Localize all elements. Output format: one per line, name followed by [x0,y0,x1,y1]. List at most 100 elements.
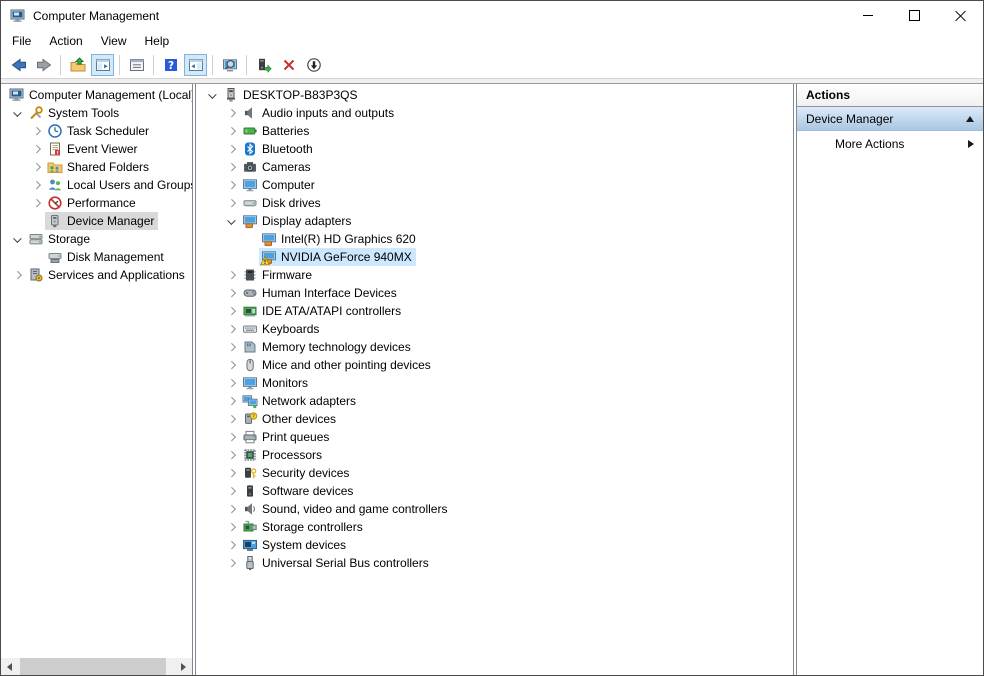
scroll-right-button[interactable] [175,658,192,675]
expand-chevron-icon[interactable] [223,542,240,548]
tree-item-event-viewer[interactable]: Event Viewer [1,140,192,158]
expand-chevron-icon[interactable] [28,146,45,152]
expand-chevron-icon[interactable] [223,128,240,134]
tree-item-processors[interactable]: Processors [196,446,793,464]
tree-item-keyboards[interactable]: Keyboards [196,320,793,338]
tree-item-desktop-b83p3qs[interactable]: DESKTOP-B83P3QS [196,86,793,104]
menu-action[interactable]: Action [40,31,91,51]
tree-item-system-devices[interactable]: System devices [196,536,793,554]
expand-chevron-icon[interactable] [223,434,240,440]
tree-item-display-adapters[interactable]: Display adapters [196,212,793,230]
tree-item-print-queues[interactable]: Print queues [196,428,793,446]
tree-item-intel-r-hd-graphics-620[interactable]: Intel(R) HD Graphics 620 [196,230,793,248]
expand-chevron-icon[interactable] [223,470,240,476]
tree-item-security-devices[interactable]: Security devices [196,464,793,482]
tree-item-human-interface-devices[interactable]: Human Interface Devices [196,284,793,302]
tree-item-software-devices[interactable]: Software devices [196,482,793,500]
minimize-icon [863,15,873,16]
back-button[interactable] [7,54,30,76]
tree-item-performance[interactable]: Performance [1,194,192,212]
tree-item-task-scheduler[interactable]: Task Scheduler [1,122,192,140]
maximize-button[interactable] [891,1,937,30]
uninstall-device-button[interactable] [277,54,300,76]
expand-chevron-icon[interactable] [223,146,240,152]
expand-chevron-icon[interactable] [223,416,240,422]
expand-chevron-icon[interactable] [223,524,240,530]
tree-item-computer-management-local[interactable]: Computer Management (Local) [1,86,192,104]
menu-help[interactable]: Help [136,31,179,51]
expand-chevron-icon[interactable] [223,506,240,512]
shared-folders-icon [47,159,63,175]
expand-chevron-icon[interactable] [223,326,240,332]
tree-item-services-and-applications[interactable]: Services and Applications [1,266,192,284]
expand-chevron-icon[interactable] [223,344,240,350]
expand-chevron-icon[interactable] [223,398,240,404]
collapse-chevron-icon[interactable] [204,92,221,98]
expand-chevron-icon[interactable] [223,182,240,188]
tree-item-universal-serial-bus-controllers[interactable]: Universal Serial Bus controllers [196,554,793,572]
update-driver-button[interactable] [252,54,275,76]
tree-item-storage-controllers[interactable]: Storage controllers [196,518,793,536]
expand-chevron-icon[interactable] [223,272,240,278]
menu-view[interactable]: View [92,31,136,51]
action-item-more-actions[interactable]: More Actions [797,131,983,157]
tree-item-device-manager[interactable]: Device Manager [1,212,192,230]
scroll-left-button[interactable] [1,658,18,675]
expand-chevron-icon[interactable] [223,308,240,314]
tree-item-network-adapters[interactable]: Network adapters [196,392,793,410]
tree-item-disk-drives[interactable]: Disk drives [196,194,793,212]
keyboard-icon [242,321,258,337]
show-action-pane-button[interactable] [184,54,207,76]
tree-item-monitors[interactable]: Monitors [196,374,793,392]
tree-item-ide-ata-atapi-controllers[interactable]: IDE ATA/ATAPI controllers [196,302,793,320]
minimize-button[interactable] [845,1,891,30]
tree-item-batteries[interactable]: Batteries [196,122,793,140]
collapse-chevron-icon[interactable] [223,218,240,224]
tree-item-storage[interactable]: Storage [1,230,192,248]
collapse-group-icon[interactable] [966,115,974,122]
tree-item-sound-video-and-game-controllers[interactable]: Sound, video and game controllers [196,500,793,518]
properties-button[interactable] [125,54,148,76]
expand-chevron-icon[interactable] [28,164,45,170]
tree-item-audio-inputs-and-outputs[interactable]: Audio inputs and outputs [196,104,793,122]
tree-item-shared-folders[interactable]: Shared Folders [1,158,192,176]
menu-file[interactable]: File [3,31,40,51]
collapse-chevron-icon[interactable] [9,110,26,116]
expand-chevron-icon[interactable] [223,200,240,206]
tree-item-memory-technology-devices[interactable]: Memory technology devices [196,338,793,356]
tree-item-cameras[interactable]: Cameras [196,158,793,176]
expand-chevron-icon[interactable] [223,380,240,386]
scan-hardware-changes-button[interactable] [218,54,241,76]
help-button[interactable]: ? [159,54,182,76]
expand-chevron-icon[interactable] [223,560,240,566]
tree-item-mice-and-other-pointing-devices[interactable]: Mice and other pointing devices [196,356,793,374]
action-group-device-manager[interactable]: Device Manager [797,107,983,131]
expand-chevron-icon[interactable] [223,452,240,458]
up-one-level-button[interactable] [66,54,89,76]
expand-chevron-icon[interactable] [223,290,240,296]
horizontal-scrollbar[interactable] [1,658,192,675]
expand-chevron-icon[interactable] [223,362,240,368]
show-console-tree-button[interactable] [91,54,114,76]
scrollbar-thumb[interactable] [20,658,166,675]
tree-item-local-users-and-groups[interactable]: Local Users and Groups [1,176,192,194]
collapse-chevron-icon[interactable] [9,236,26,242]
tree-item-disk-management[interactable]: Disk Management [1,248,192,266]
expand-chevron-icon[interactable] [28,128,45,134]
expand-chevron-icon[interactable] [9,272,26,278]
tree-item-system-tools[interactable]: System Tools [1,104,192,122]
expand-chevron-icon[interactable] [223,488,240,494]
expand-chevron-icon[interactable] [28,200,45,206]
expand-chevron-icon[interactable] [28,182,45,188]
disable-device-button[interactable] [302,54,325,76]
tree-item-bluetooth[interactable]: Bluetooth [196,140,793,158]
tree-item-nvidia-geforce-940mx[interactable]: NVIDIA GeForce 940MX [196,248,793,266]
tree-item-computer[interactable]: Computer [196,176,793,194]
scrollbar-track[interactable] [18,658,175,675]
tree-item-firmware[interactable]: Firmware [196,266,793,284]
expand-chevron-icon[interactable] [223,110,240,116]
forward-button[interactable] [32,54,55,76]
expand-chevron-icon[interactable] [223,164,240,170]
tree-item-other-devices[interactable]: ? Other devices [196,410,793,428]
close-button[interactable] [937,1,983,30]
